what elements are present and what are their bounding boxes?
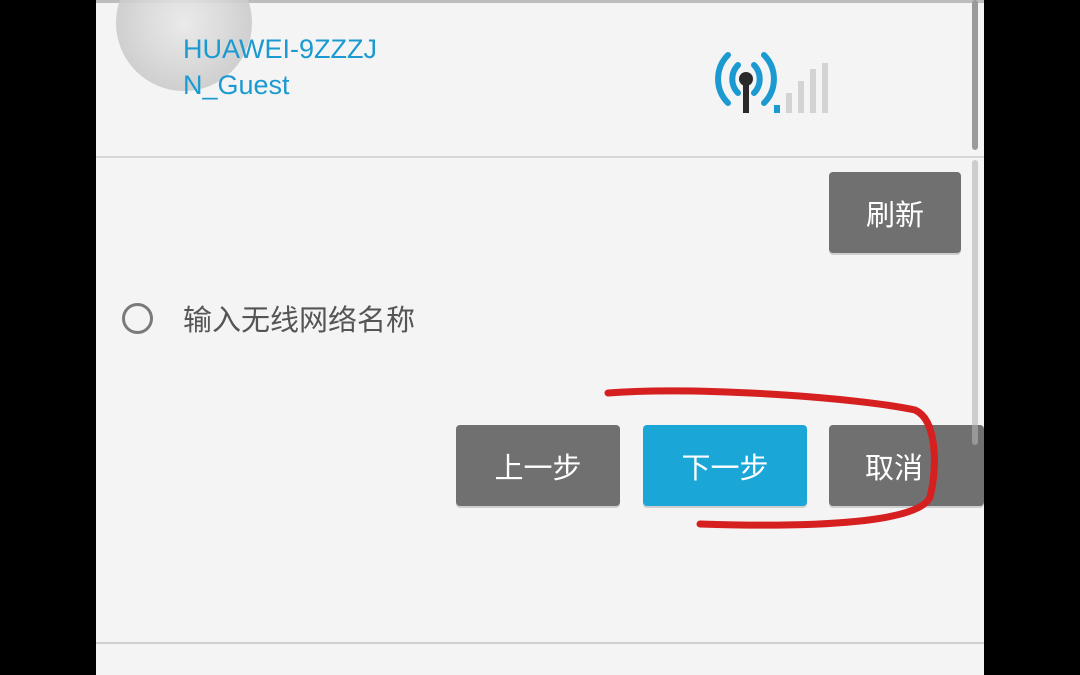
network-ssid: HUAWEI-9ZZZJN_Guest	[183, 34, 377, 100]
row-divider	[96, 156, 984, 158]
manual-network-option[interactable]: 输入无线网络名称	[122, 297, 415, 339]
refresh-button[interactable]: 刷新	[829, 172, 961, 253]
scrollbar-track[interactable]	[972, 160, 978, 445]
next-button[interactable]: 下一步	[643, 425, 807, 506]
scrollbar-thumb[interactable]	[972, 0, 978, 150]
back-button[interactable]: 上一步	[456, 425, 620, 506]
wifi-setup-screen: HUAWEI-9ZZZJN_Guest 刷新 输入无线网络名称 上一步 下一步 …	[96, 0, 984, 675]
manual-network-label: 输入无线网络名称	[183, 303, 416, 337]
bottom-divider	[96, 642, 984, 644]
wifi-signal-icon	[715, 52, 828, 113]
cancel-button[interactable]: 取消	[829, 425, 984, 506]
radio-unchecked-icon[interactable]	[122, 302, 153, 334]
network-list-item[interactable]: HUAWEI-9ZZZJN_Guest	[96, 0, 984, 156]
